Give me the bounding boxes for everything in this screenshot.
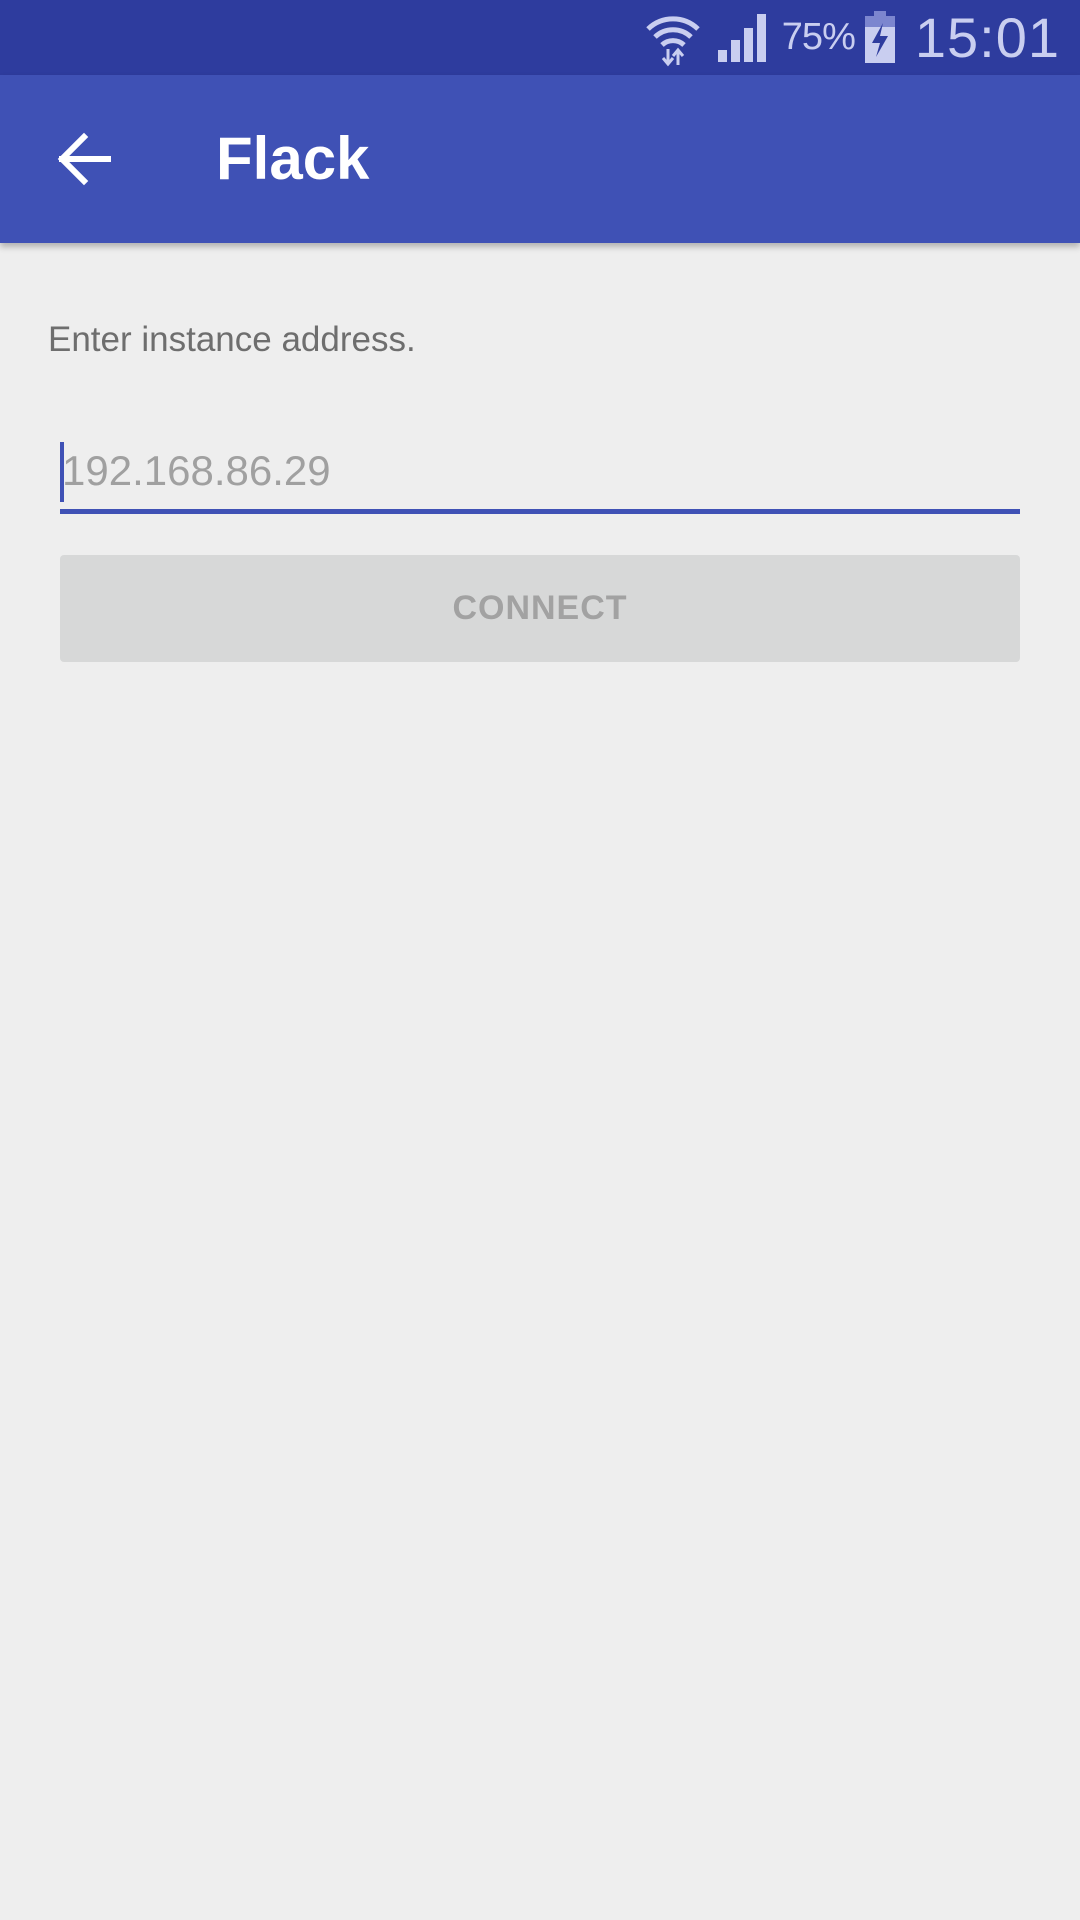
input-underline	[60, 509, 1020, 514]
wifi-icon	[646, 15, 700, 66]
instance-address-field[interactable]	[60, 438, 1020, 514]
app-bar: Flack	[0, 75, 1080, 243]
cell-signal-icon	[717, 13, 766, 62]
battery-charging-icon	[864, 10, 895, 63]
clock: 15:01	[914, 6, 1060, 69]
back-button[interactable]	[40, 115, 128, 203]
status-bar: 75% 15:01	[0, 0, 1080, 75]
instance-address-input[interactable]	[60, 438, 1020, 504]
connect-button[interactable]: CONNECT	[60, 555, 1020, 662]
instance-address-prompt: Enter instance address.	[48, 320, 416, 359]
text-cursor	[60, 442, 64, 502]
page-title: Flack	[216, 125, 370, 192]
arrow-back-icon	[57, 132, 111, 186]
battery-percent: 75%	[781, 16, 856, 58]
